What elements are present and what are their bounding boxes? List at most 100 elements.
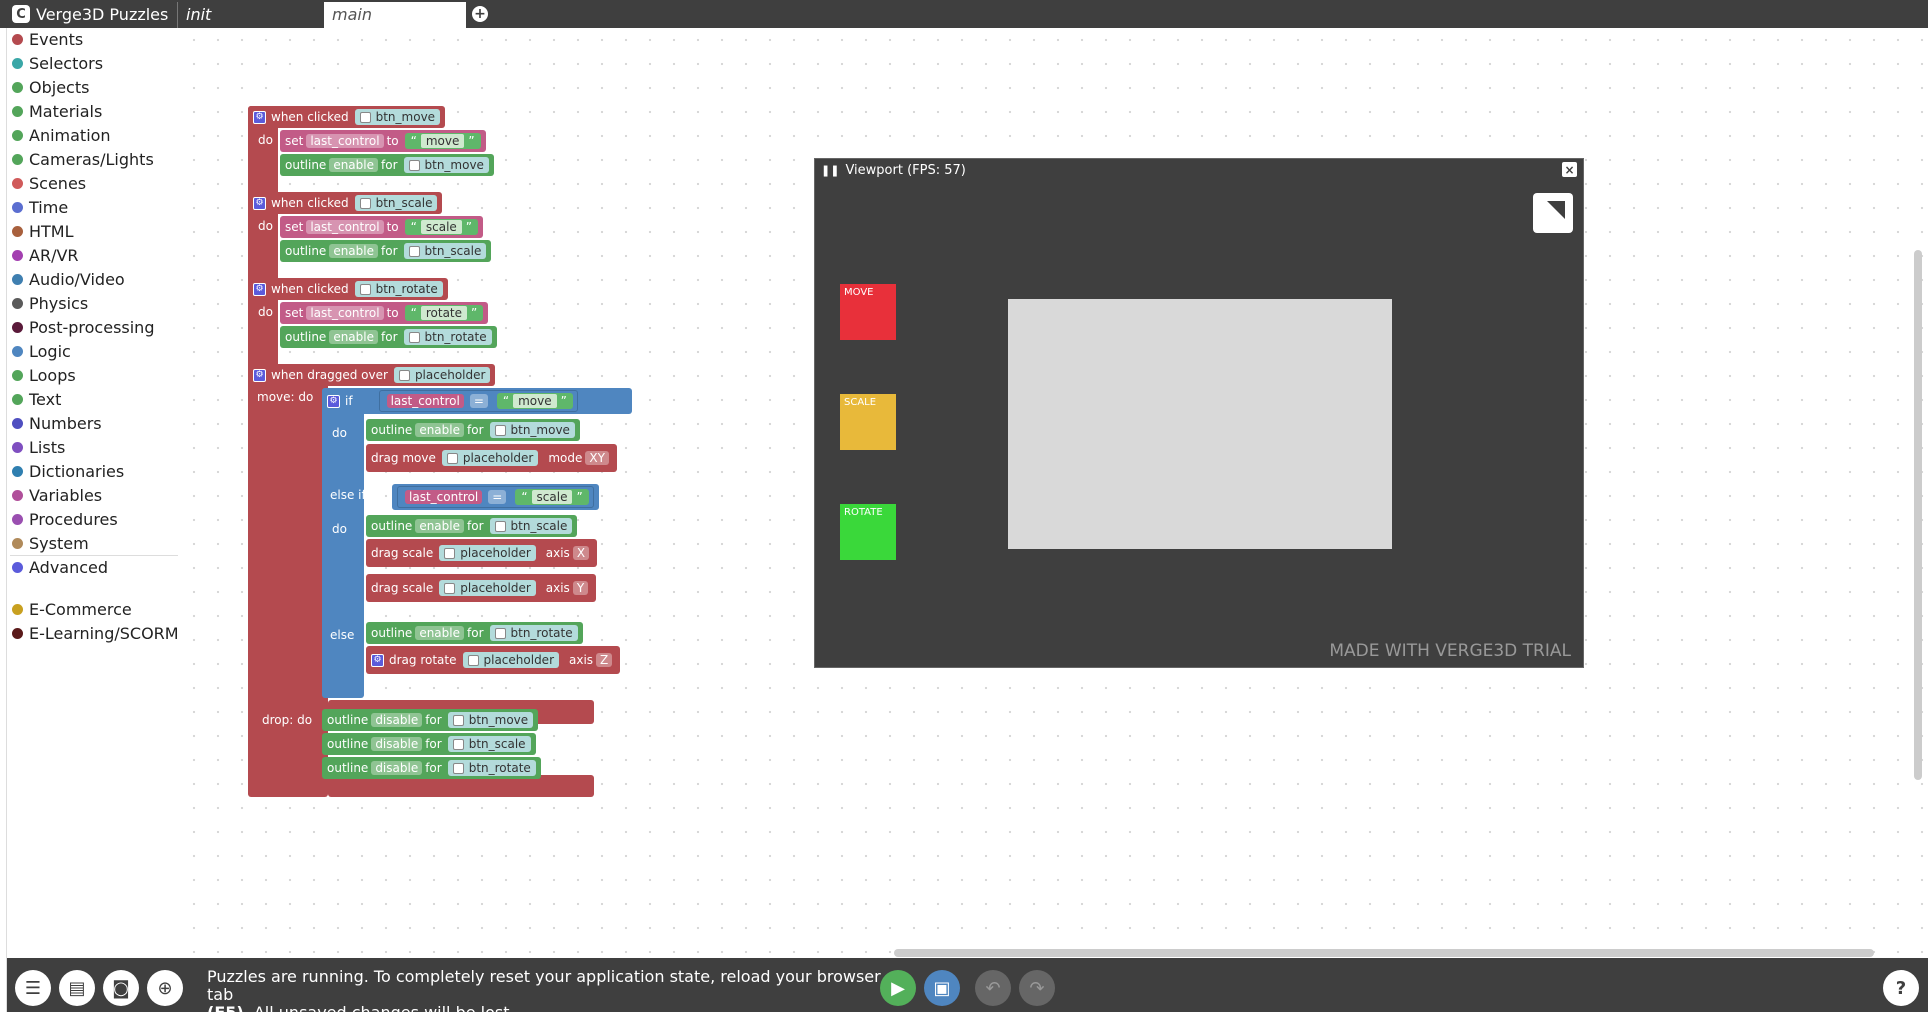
category-e-learning-scorm[interactable]: E-Learning/SCORM (12, 622, 179, 644)
enable-dropdown[interactable]: enable (415, 519, 464, 533)
axis-dropdown[interactable]: X (572, 546, 590, 560)
object-selector[interactable]: placeholder (462, 652, 559, 668)
vertical-scrollbar[interactable] (1914, 250, 1922, 780)
add-tab-icon[interactable]: + (472, 6, 488, 22)
drag-scale-block[interactable]: drag scale placeholder axis Y (366, 574, 597, 602)
category-animation[interactable]: Animation (12, 124, 111, 146)
mode-dropdown[interactable]: XY (585, 451, 609, 465)
axis-dropdown[interactable]: Z (596, 653, 613, 667)
redo-icon[interactable]: ↷ (1019, 970, 1055, 1006)
disable-dropdown[interactable]: disable (371, 713, 423, 727)
category-physics[interactable]: Physics (12, 292, 88, 314)
object-selector[interactable]: btn_rotate (489, 625, 578, 641)
string-literal[interactable]: “rotate” (404, 305, 484, 321)
object-selector[interactable]: btn_scale (447, 736, 531, 752)
gear-icon[interactable]: ⚙ (327, 394, 340, 408)
compare-block[interactable]: last_control = “move” (378, 390, 578, 412)
outline-block[interactable]: outline enable for btn_scale (366, 515, 578, 537)
help-icon[interactable]: ? (1883, 970, 1919, 1006)
object-selector[interactable]: btn_move (447, 712, 534, 728)
gear-icon[interactable]: ⚙ (253, 196, 266, 210)
camera-icon[interactable]: ◙ (103, 970, 139, 1006)
variable-dropdown[interactable]: last_control (306, 134, 384, 148)
library-icon[interactable]: ▤ (59, 970, 95, 1006)
category-advanced[interactable]: Advanced (12, 556, 108, 578)
enable-dropdown[interactable]: enable (329, 244, 378, 258)
scale-button[interactable]: SCALE (840, 394, 896, 450)
gear-icon[interactable]: ⚙ (371, 653, 384, 667)
category-scenes[interactable]: Scenes (12, 172, 86, 194)
string-literal[interactable]: “move” (404, 133, 481, 149)
object-selector[interactable]: btn_rotate (403, 329, 492, 345)
string-value[interactable]: move (513, 394, 557, 408)
string-value[interactable]: rotate (420, 306, 468, 320)
when-clicked-block[interactable]: ⚙ when clicked btn_rotate (248, 278, 448, 300)
if-block[interactable]: ⚙ if last_control = “move” (322, 388, 632, 414)
when-dragged-over-block[interactable]: ⚙ when dragged over placeholder (248, 364, 496, 386)
gear-icon[interactable]: ⚙ (253, 282, 266, 296)
when-clicked-block[interactable]: ⚙ when clicked btn_scale (248, 192, 443, 214)
drag-scale-block[interactable]: drag scale placeholder axis X (366, 539, 598, 567)
horizontal-scrollbar[interactable] (894, 949, 1874, 957)
category-cameras-lights[interactable]: Cameras/Lights (12, 148, 154, 170)
disable-dropdown[interactable]: disable (371, 761, 423, 775)
when-clicked-block[interactable]: ⚙ when clicked btn_move (248, 106, 446, 128)
play-icon[interactable]: ▶ (880, 970, 916, 1006)
variable-dropdown[interactable]: last_control (306, 306, 384, 320)
disable-dropdown[interactable]: disable (371, 737, 423, 751)
category-objects[interactable]: Objects (12, 76, 89, 98)
close-icon[interactable]: × (1562, 162, 1577, 177)
object-selector[interactable]: placeholder (439, 545, 536, 561)
tab-main[interactable]: main (324, 2, 466, 28)
string-literal[interactable]: “move” (496, 393, 573, 409)
outline-block[interactable]: outline enable for btn_move (280, 154, 494, 176)
string-value[interactable]: scale (420, 220, 462, 234)
axis-dropdown[interactable]: Y (572, 581, 589, 595)
viewport-window[interactable]: ❚❚ Viewport (FPS: 57) × MOVE SCALE ROTAT… (814, 158, 1584, 668)
set-variable-block[interactable]: set last_control to “move” (280, 130, 486, 152)
string-literal[interactable]: “scale” (404, 219, 478, 235)
compare-block[interactable]: last_control = “scale” (397, 486, 594, 508)
object-selector[interactable]: btn_scale (354, 195, 438, 211)
else-if-condition[interactable]: last_control = “scale” (392, 484, 599, 510)
category-selectors[interactable]: Selectors (12, 52, 103, 74)
object-selector[interactable]: btn_move (489, 422, 575, 438)
save-load-icon[interactable]: ☰ (15, 970, 51, 1006)
tab-init[interactable]: init (177, 2, 321, 28)
category-procedures[interactable]: Procedures (12, 508, 118, 530)
variable-dropdown[interactable]: last_control (386, 394, 464, 408)
object-selector[interactable]: btn_scale (403, 243, 487, 259)
category-loops[interactable]: Loops (12, 364, 76, 386)
object-selector[interactable]: btn_move (403, 157, 489, 173)
outline-block[interactable]: outline disable for btn_scale (322, 733, 536, 755)
outline-block[interactable]: outline enable for btn_rotate (280, 326, 497, 348)
app-title[interactable]: C Verge3D Puzzles (12, 4, 168, 24)
object-selector[interactable]: placeholder (441, 450, 539, 466)
save-icon[interactable]: ▣ (924, 970, 960, 1006)
enable-dropdown[interactable]: enable (329, 330, 378, 344)
category-dictionaries[interactable]: Dictionaries (12, 460, 124, 482)
rotate-button[interactable]: ROTATE (840, 504, 896, 560)
category-ar-vr[interactable]: AR/VR (12, 244, 79, 266)
operator-dropdown[interactable]: = (488, 490, 507, 504)
set-variable-block[interactable]: set last_control to “scale” (280, 216, 483, 238)
outline-block[interactable]: outline disable for btn_rotate (322, 757, 541, 779)
enable-dropdown[interactable]: enable (329, 158, 378, 172)
move-button[interactable]: MOVE (840, 284, 896, 340)
placeholder-object[interactable] (1008, 299, 1392, 549)
category-time[interactable]: Time (12, 196, 68, 218)
fullscreen-icon[interactable] (1533, 193, 1573, 233)
category-numbers[interactable]: Numbers (12, 412, 102, 434)
gear-icon[interactable]: ⚙ (253, 110, 266, 124)
object-selector[interactable]: placeholder (439, 580, 536, 596)
enable-dropdown[interactable]: enable (415, 626, 464, 640)
category-audio-video[interactable]: Audio/Video (12, 268, 125, 290)
category-text[interactable]: Text (12, 388, 61, 410)
drag-event-frame[interactable] (248, 364, 328, 797)
category-html[interactable]: HTML (12, 220, 74, 242)
string-literal[interactable]: “scale” (515, 489, 589, 505)
enable-dropdown[interactable]: enable (415, 423, 464, 437)
object-selector[interactable]: btn_scale (489, 518, 573, 534)
category-e-commerce[interactable]: E-Commerce (12, 598, 132, 620)
viewport-header[interactable]: ❚❚ Viewport (FPS: 57) (815, 159, 1583, 181)
